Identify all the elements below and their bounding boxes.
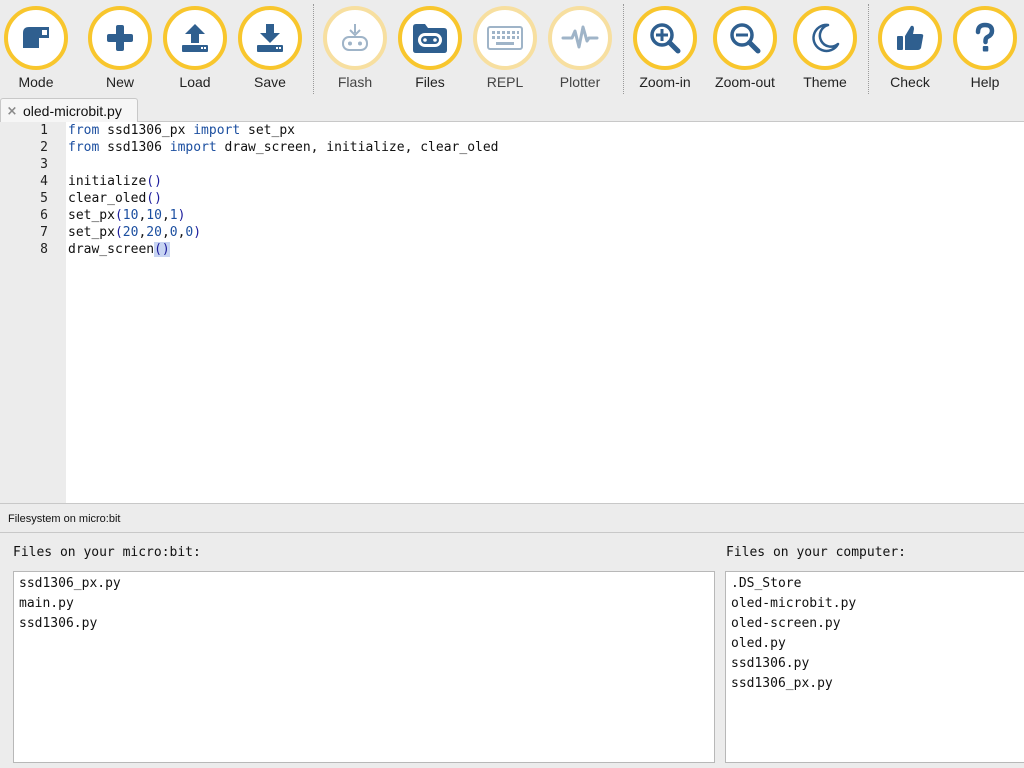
new-button[interactable]: New [84, 6, 156, 94]
code-line[interactable]: draw_screen() [68, 241, 1024, 258]
plotter-button[interactable]: Plotter [544, 6, 616, 94]
file-list-item[interactable]: .DS_Store [726, 574, 1024, 594]
file-list-item[interactable]: ssd1306.py [726, 654, 1024, 674]
filesystem-title: Filesystem on micro:bit [8, 513, 121, 525]
plus-icon [107, 25, 133, 51]
question-icon [975, 22, 995, 52]
mode-icon [23, 27, 49, 48]
flash-label: Flash [337, 74, 373, 90]
help-button[interactable]: Help [949, 6, 1021, 94]
file-list-item[interactable]: ssd1306_px.py [14, 574, 714, 594]
repl-label: REPL [486, 74, 524, 90]
save-label: Save [254, 74, 286, 90]
line-number-gutter: 1 2 3 4 5 6 7 8 [0, 122, 66, 503]
help-label: Help [970, 74, 1000, 90]
flash-icon [342, 24, 368, 51]
check-label: Check [890, 74, 930, 90]
code-line[interactable]: from ssd1306 import draw_screen, initial… [68, 139, 1024, 156]
line-number: 3 [40, 157, 48, 172]
file-list-item[interactable]: main.py [14, 594, 714, 614]
mode-label: Mode [18, 74, 54, 90]
load-button[interactable]: Load [159, 6, 231, 94]
computer-files-label: Files on your computer: [726, 545, 907, 560]
load-label: Load [179, 74, 211, 90]
computer-file-list[interactable]: .DS_Store oled-microbit.py oled-screen.py o… [725, 571, 1024, 763]
save-button[interactable]: Save [234, 6, 306, 94]
upload-icon [182, 24, 208, 52]
zoom-in-button[interactable]: Zoom-in [629, 6, 701, 94]
line-number: 4 [40, 174, 48, 189]
file-list-item[interactable]: oled-screen.py [726, 614, 1024, 634]
file-list-item[interactable]: oled-microbit.py [726, 594, 1024, 614]
file-list-item[interactable]: ssd1306.py [14, 614, 714, 634]
filesystem-panel: Files on your micro:bit: ssd1306_px.py ma… [0, 533, 1024, 768]
code-line[interactable]: set_px(20,20,0,0) [68, 224, 1024, 241]
code-area[interactable]: from ssd1306_px import set_px from ssd130… [68, 122, 1024, 503]
repl-button[interactable]: REPL [469, 6, 541, 94]
microbit-file-list[interactable]: ssd1306_px.py main.py ssd1306.py [13, 571, 715, 763]
download-icon [257, 24, 283, 52]
code-line[interactable]: initialize() [68, 173, 1024, 190]
files-label: Files [415, 74, 445, 90]
zoom-out-icon [730, 23, 761, 54]
code-line[interactable] [68, 156, 1024, 173]
filesystem-panel-header: Filesystem on micro:bit [0, 505, 1024, 533]
code-line[interactable]: from ssd1306_px import set_px [68, 122, 1024, 139]
code-editor[interactable]: 1 2 3 4 5 6 7 8 from ssd1306_px import set_px fr… [0, 122, 1024, 504]
new-label: New [105, 74, 134, 90]
theme-button[interactable]: Theme [789, 6, 861, 94]
keyboard-icon [487, 26, 523, 50]
files-button[interactable]: Files [394, 6, 466, 94]
line-number: 7 [40, 225, 48, 240]
line-number: 2 [40, 140, 48, 155]
toolbar-separator [623, 4, 624, 94]
line-number: 1 [40, 123, 48, 138]
code-line[interactable]: set_px(10,10,1) [68, 207, 1024, 224]
flash-button[interactable]: Flash [319, 6, 391, 94]
plotter-label: Plotter [559, 74, 601, 90]
theme-label: Theme [803, 74, 847, 90]
pulse-icon [561, 25, 599, 49]
tab-label: oled-microbit.py [23, 103, 122, 119]
code-line[interactable]: clear_oled() [68, 190, 1024, 207]
close-icon[interactable]: × [1, 104, 23, 119]
file-list-item[interactable]: ssd1306_px.py [726, 674, 1024, 694]
file-list-item[interactable]: oled.py [726, 634, 1024, 654]
check-button[interactable]: Check [874, 6, 946, 94]
zoom-out-button[interactable]: Zoom-out [709, 6, 781, 94]
toolbar: Mode New Load Save Flash Files REPL Plot… [0, 0, 1024, 96]
files-icon [413, 24, 447, 53]
tab-oled-microbit[interactable]: × oled-microbit.py [0, 98, 138, 123]
toolbar-separator [313, 4, 314, 94]
line-number: 5 [40, 191, 48, 206]
tab-bar: × oled-microbit.py [0, 96, 1024, 123]
mode-button[interactable]: Mode [0, 6, 72, 94]
zoom-in-icon [650, 23, 681, 54]
microbit-files-label: Files on your micro:bit: [13, 545, 201, 560]
zoom-out-label: Zoom-out [715, 74, 775, 90]
moon-icon [812, 23, 840, 53]
line-number: 6 [40, 208, 48, 223]
line-number: 8 [40, 242, 48, 257]
thumbs-up-icon [897, 25, 924, 50]
zoom-in-label: Zoom-in [639, 74, 691, 90]
toolbar-separator [868, 4, 869, 94]
